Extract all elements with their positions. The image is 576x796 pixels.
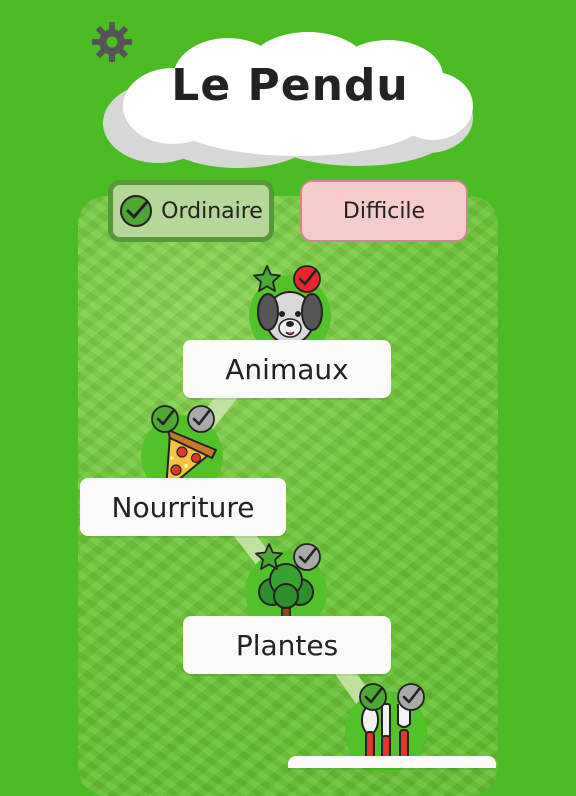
check-gray-icon xyxy=(293,543,321,571)
category-label-nourriture[interactable]: Nourriture xyxy=(80,478,286,536)
category-label-plantes[interactable]: Plantes xyxy=(183,616,391,674)
category-label-animaux[interactable]: Animaux xyxy=(183,340,391,398)
check-icon xyxy=(120,195,153,227)
check-green-icon xyxy=(359,683,387,711)
game-title: Le Pendu xyxy=(171,60,409,111)
check-green-icon xyxy=(151,405,179,433)
star-icon xyxy=(255,543,283,570)
check-gray-icon xyxy=(397,683,425,711)
check-gray-icon xyxy=(187,405,215,433)
mode-difficult-label: Difficile xyxy=(342,198,426,224)
mode-ordinary-label: Ordinaire xyxy=(161,198,263,224)
mode-ordinary-button[interactable]: Ordinaire xyxy=(108,180,274,242)
category-label-cutlery[interactable] xyxy=(288,756,496,768)
star-icon xyxy=(253,265,281,292)
check-red-icon xyxy=(293,265,321,293)
mode-difficult-button[interactable]: Difficile xyxy=(300,180,468,242)
